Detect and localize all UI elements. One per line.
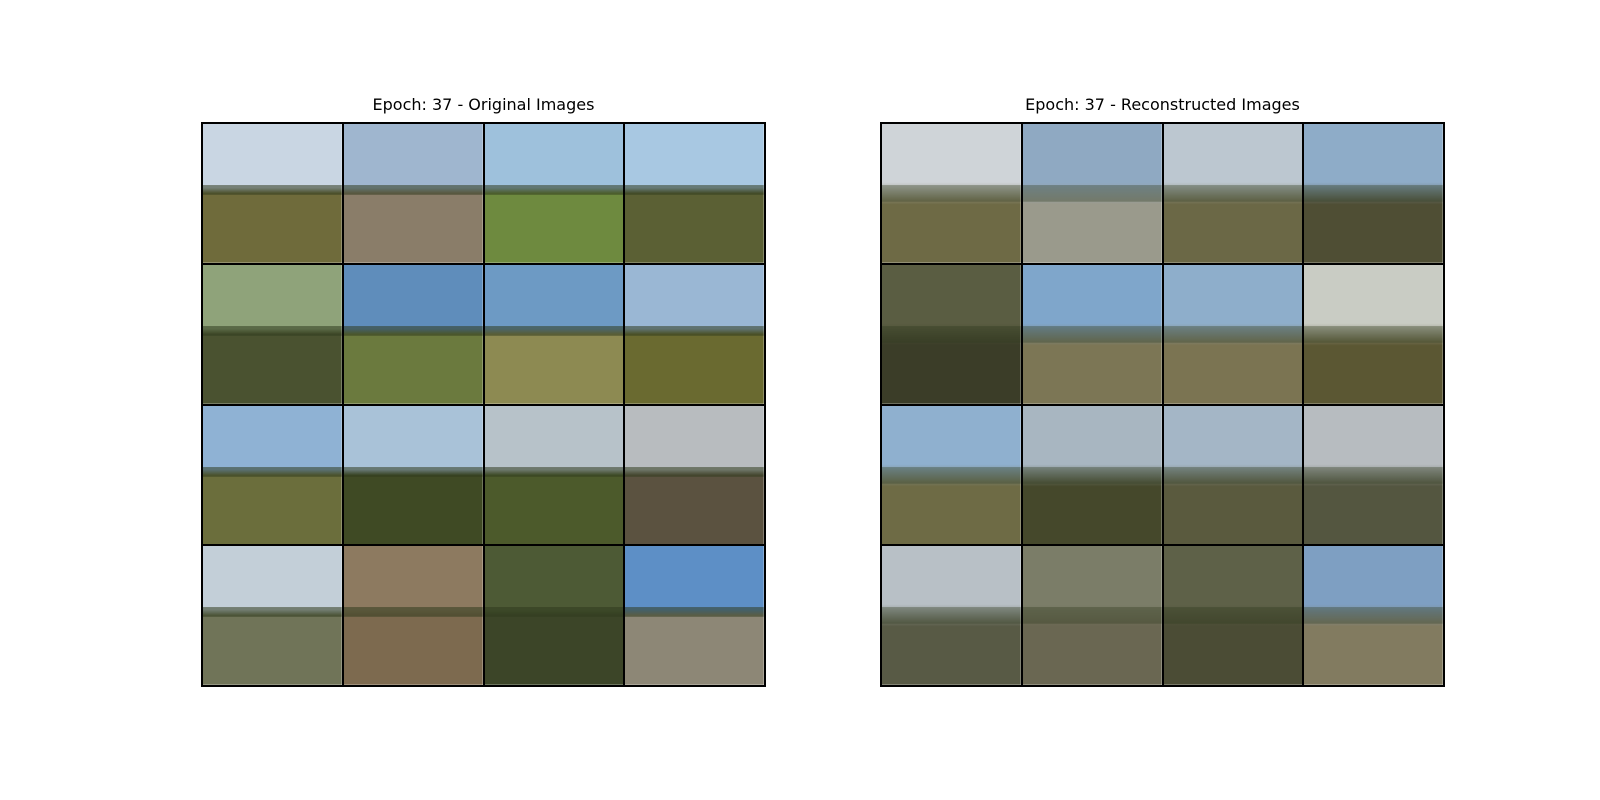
reconstructed-image-tile — [1162, 404, 1304, 546]
blurred-sky-field-image — [1163, 264, 1303, 404]
blurred-sky-field-image — [882, 124, 1021, 263]
truck-pasture-image — [203, 546, 342, 685]
reconstructed-image-grid — [880, 122, 1445, 687]
farm-house-field-image — [625, 124, 764, 263]
plowed-field-overcast-image — [625, 405, 764, 545]
bare-woodland-image — [343, 546, 483, 685]
original-image-tile — [202, 545, 343, 686]
dense-shrubs-image — [203, 264, 342, 404]
blurred-sky-field-image — [1304, 546, 1443, 685]
blurred-overcast-field-image — [1304, 405, 1443, 545]
blurred-sky-field-image — [1163, 124, 1303, 263]
original-image-tile — [342, 263, 484, 405]
original-image-tile — [202, 263, 343, 405]
gravel-road-clouds-image — [625, 546, 764, 685]
reconstructed-image-tile — [1021, 263, 1163, 405]
original-image-tile — [483, 123, 625, 264]
panel-title-original: Epoch: 37 - Original Images — [372, 95, 595, 114]
reconstructed-image-tile — [1162, 263, 1304, 405]
reconstructed-image-tile — [881, 404, 1022, 546]
blurred-treeline-image — [1163, 405, 1303, 545]
blurred-sky-field-image — [1304, 124, 1443, 263]
original-image-tile — [624, 404, 765, 546]
original-image-tile — [483, 263, 625, 405]
blurred-forest-image — [1163, 546, 1303, 685]
evergreen-house-image — [343, 405, 483, 545]
green-crop-field-image — [343, 264, 483, 404]
cloudy-sky-meadow-image — [203, 124, 342, 263]
grassy-slope-image — [484, 264, 624, 404]
blurred-dark-foliage-image — [882, 264, 1021, 404]
original-image-tile — [342, 545, 484, 686]
original-image-tile — [202, 404, 343, 546]
reconstructed-image-tile — [1303, 545, 1444, 686]
original-image-grid — [201, 122, 766, 687]
green-shrubland-image — [484, 405, 624, 545]
blurred-tall-tree-image — [1022, 405, 1162, 545]
original-image-tile — [483, 545, 625, 686]
original-images-panel: Epoch: 37 - Original Images — [201, 94, 766, 687]
reconstructed-image-tile — [1021, 545, 1163, 686]
autumn-aspens-image — [625, 264, 764, 404]
original-image-tile — [624, 263, 765, 405]
panel-title-reconstructed: Epoch: 37 - Reconstructed Images — [1025, 95, 1300, 114]
reconstructed-image-tile — [1303, 123, 1444, 264]
reconstructed-images-panel: Epoch: 37 - Reconstructed Images — [880, 94, 1445, 687]
original-image-tile — [624, 123, 765, 264]
reconstructed-image-tile — [1021, 123, 1163, 264]
original-image-tile — [342, 123, 484, 264]
dark-forest-image — [484, 546, 624, 685]
original-image-tile — [202, 123, 343, 264]
blurred-overcast-field-image — [882, 546, 1021, 685]
snowy-hillside-image — [343, 124, 483, 263]
blurred-trees-sky-image — [1304, 264, 1443, 404]
reconstructed-image-tile — [1162, 545, 1304, 686]
blurred-snowy-hill-image — [1022, 124, 1162, 263]
reconstructed-image-tile — [1303, 404, 1444, 546]
original-image-tile — [624, 545, 765, 686]
blurred-sky-field-image — [1022, 264, 1162, 404]
reconstructed-image-tile — [881, 123, 1022, 264]
reconstructed-image-tile — [1162, 123, 1304, 264]
reconstructed-image-tile — [1021, 404, 1163, 546]
blurred-treeline-image — [882, 405, 1021, 545]
original-image-tile — [483, 404, 625, 546]
blurred-woodland-image — [1022, 546, 1162, 685]
original-image-tile — [342, 404, 484, 546]
grass-field-blue-sky-image — [484, 124, 624, 263]
treeline-meadow-image — [203, 405, 342, 545]
reconstructed-image-tile — [881, 263, 1022, 405]
reconstructed-image-tile — [881, 545, 1022, 686]
reconstructed-image-tile — [1303, 263, 1444, 405]
